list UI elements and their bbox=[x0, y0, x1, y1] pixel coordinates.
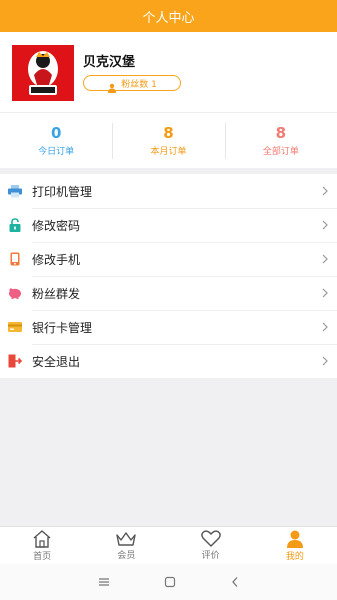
settings-menu: 打印机管理 修改密码 修改手机 粉丝群发 银行卡管理 安全退出 bbox=[0, 174, 337, 378]
heart-icon bbox=[200, 530, 221, 547]
menu-icon[interactable] bbox=[98, 577, 110, 587]
fans-count-label: 粉丝数 1 bbox=[121, 79, 157, 90]
menu-item-bank-card[interactable]: 银行卡管理 bbox=[0, 310, 337, 344]
chevron-right-icon bbox=[322, 186, 328, 196]
chevron-right-icon bbox=[322, 288, 328, 298]
stat-today-value: 0 bbox=[50, 124, 62, 142]
menu-label: 银行卡管理 bbox=[32, 320, 93, 335]
fans-icon bbox=[107, 78, 117, 93]
bottom-tab-bar: 首页 会员 评价 我的 bbox=[0, 526, 337, 564]
fans-count-badge[interactable]: 粉丝数 1 bbox=[83, 75, 181, 93]
menu-item-phone[interactable]: 修改手机 bbox=[0, 242, 337, 276]
app-header: 个人中心 bbox=[0, 0, 337, 32]
stat-month-label: 本月订单 bbox=[150, 147, 187, 157]
menu-item-logout[interactable]: 安全退出 bbox=[0, 344, 337, 378]
stat-month-orders[interactable]: 8 本月订单 bbox=[112, 113, 224, 168]
menu-label: 修改密码 bbox=[32, 218, 81, 233]
tab-member[interactable]: 会员 bbox=[84, 527, 168, 564]
menu-label: 打印机管理 bbox=[32, 184, 93, 199]
tab-home[interactable]: 首页 bbox=[0, 527, 84, 564]
tab-label: 我的 bbox=[285, 551, 304, 562]
lock-icon bbox=[8, 218, 22, 232]
chevron-right-icon bbox=[322, 322, 328, 332]
tab-review[interactable]: 评价 bbox=[169, 527, 253, 564]
menu-item-password[interactable]: 修改密码 bbox=[0, 208, 337, 242]
page-title: 个人中心 bbox=[142, 10, 195, 26]
stat-all-label: 全部订单 bbox=[262, 147, 299, 157]
shop-name: 贝克汉堡 bbox=[83, 55, 136, 70]
system-nav-bar bbox=[0, 564, 337, 600]
tab-mine[interactable]: 我的 bbox=[253, 527, 337, 564]
menu-label: 粉丝群发 bbox=[32, 286, 81, 301]
printer-icon bbox=[8, 184, 22, 198]
profile-card: 贝克汉堡 粉丝数 1 bbox=[0, 32, 337, 112]
chevron-right-icon bbox=[322, 356, 328, 366]
stat-all-value: 8 bbox=[275, 124, 287, 142]
menu-item-printer[interactable]: 打印机管理 bbox=[0, 174, 337, 208]
chevron-right-icon bbox=[322, 254, 328, 264]
back-icon[interactable] bbox=[230, 576, 240, 588]
stat-today-label: 今日订单 bbox=[38, 147, 75, 157]
crown-icon bbox=[116, 531, 137, 546]
home-icon bbox=[33, 529, 51, 548]
order-stats: 0 今日订单 8 本月订单 8 全部订单 bbox=[0, 112, 337, 168]
logout-icon bbox=[8, 354, 22, 368]
user-icon bbox=[286, 530, 303, 548]
home-square-icon[interactable] bbox=[164, 576, 176, 588]
stat-today-orders[interactable]: 0 今日订单 bbox=[0, 113, 112, 168]
tab-label: 评价 bbox=[201, 551, 220, 561]
bank-card-icon bbox=[8, 320, 22, 334]
menu-label: 修改手机 bbox=[32, 252, 81, 267]
tab-label: 会员 bbox=[117, 550, 136, 561]
shop-logo[interactable] bbox=[12, 45, 74, 101]
stat-month-value: 8 bbox=[163, 124, 174, 142]
stat-all-orders[interactable]: 8 全部订单 bbox=[224, 113, 337, 168]
menu-item-fans-broadcast[interactable]: 粉丝群发 bbox=[0, 276, 337, 310]
menu-label: 安全退出 bbox=[32, 354, 81, 369]
phone-icon bbox=[8, 252, 22, 266]
tab-label: 首页 bbox=[33, 551, 52, 562]
chevron-right-icon bbox=[322, 220, 328, 230]
piggy-bank-icon bbox=[8, 286, 22, 300]
